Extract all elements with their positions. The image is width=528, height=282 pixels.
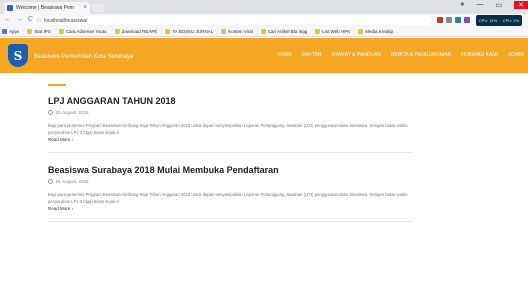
bookmark-label: Apps	[9, 29, 20, 34]
bookmark-label: List Web HPK	[322, 29, 351, 34]
nav-link[interactable]: HUBUNGI KAMI	[461, 52, 498, 58]
nav-link[interactable]: SYARAT & PANDUAN	[332, 52, 381, 58]
tab-title: Welcome | Beasiswa Pem	[16, 5, 74, 11]
bookmark-item[interactable]: Konten Viral	[221, 29, 253, 34]
profile-icon[interactable]: ●	[460, 1, 464, 9]
nav-link[interactable]: DAFTAR	[302, 52, 322, 58]
extension-icon[interactable]	[437, 17, 443, 23]
new-tab-button[interactable]	[92, 4, 104, 12]
clock-icon	[48, 179, 53, 184]
nav-link[interactable]: BERITA & PENGUMUMAN	[391, 52, 451, 58]
accent-divider	[48, 84, 66, 86]
post-item: Beasiswa Surabaya 2018 Mulai Membuka Pen…	[48, 165, 412, 222]
main-nav: HOME DAFTAR SYARAT & PANDUAN BERITA & PENGU…	[277, 52, 524, 58]
bookmark-label: Stat IPS	[34, 29, 51, 34]
folder-icon	[27, 29, 33, 34]
bookmark-item[interactable]: List Web HPK	[315, 29, 350, 34]
site-logo[interactable]: S	[8, 44, 28, 67]
read-more-link[interactable]: Read More ›	[48, 137, 412, 142]
folder-icon	[260, 29, 266, 34]
extension-icons	[437, 17, 470, 23]
bookmark-label: Cari Artikel Bla Ingg	[267, 29, 308, 34]
bookmark-item[interactable]: download REAPK	[114, 29, 158, 34]
bookmarks-bar: Apps Stat IPS Cara Adsense Youtu download R…	[0, 27, 528, 37]
folder-icon	[358, 29, 364, 34]
posts-list: LPJ ANGGARAN TAHUN 2018 01 August, 2018 …	[48, 84, 412, 234]
cpu-readout-2: CPU: 2%	[502, 18, 520, 23]
folder-icon	[165, 29, 171, 34]
site-header: S Beasiswa Pemerintah Kota Surabaya HOME…	[0, 38, 528, 73]
close-window-button[interactable]: ✕	[514, 1, 528, 9]
post-date-text: 01 August, 2018	[56, 110, 89, 115]
cpu-readout: CPU: 11%	[478, 18, 498, 23]
favicon-icon	[7, 5, 13, 11]
clock-icon	[48, 110, 53, 115]
url-input[interactable]: ⓘ localhost/beasiswa/	[32, 16, 432, 25]
url-text: localhost/beasiswa/	[44, 17, 88, 24]
bookmark-item[interactable]: Cara Adsense Youtu	[58, 29, 107, 34]
info-icon[interactable]: ⓘ	[36, 17, 41, 24]
post-title[interactable]: Beasiswa Surabaya 2018 Mulai Membuka Pen…	[48, 165, 412, 175]
bookmark-item[interactable]: TA BOSKU JURNAL	[165, 29, 213, 34]
post-excerpt: Bagi para penerima Program Beasiswa Gerb…	[48, 123, 408, 135]
tab-close-icon[interactable]: ×	[83, 5, 87, 11]
browser-tab-bar: Welcome | Beasiswa Pem × ● — ▭ ✕	[0, 0, 528, 14]
post-date: 01 August, 2018	[48, 179, 412, 184]
bookmark-item[interactable]: Stat IPS	[27, 29, 51, 34]
maximize-button[interactable]: ▭	[496, 1, 503, 9]
folder-icon	[58, 29, 64, 34]
post-title[interactable]: LPJ ANGGARAN TAHUN 2018	[48, 96, 412, 106]
forward-button[interactable]: →	[16, 16, 23, 23]
extension-icon[interactable]	[455, 17, 461, 23]
post-date-text: 01 August, 2018	[56, 179, 89, 184]
nav-buttons: ← → C	[4, 16, 33, 23]
nav-link[interactable]: ADMIN	[508, 52, 524, 58]
bookmark-label: TA BOSKU JURNAL	[172, 29, 214, 34]
post-date: 01 August, 2018	[48, 110, 412, 115]
read-more-link[interactable]: Read More ›	[48, 206, 412, 211]
bookmark-label: Konten Viral	[228, 29, 253, 34]
folder-icon	[315, 29, 321, 34]
browser-tab[interactable]: Welcome | Beasiswa Pem ×	[4, 2, 90, 14]
extension-icon[interactable]	[446, 17, 452, 23]
folder-icon	[221, 29, 227, 34]
post-item: LPJ ANGGARAN TAHUN 2018 01 August, 2018 …	[48, 96, 412, 153]
performance-widget: CPU: 11% CPU: 2%	[476, 15, 522, 26]
bookmark-label: Cara Adsense Youtu	[65, 29, 107, 34]
post-excerpt: Bagi para penerima Program Beasiswa Gerb…	[48, 192, 408, 204]
bookmark-item[interactable]: Media Kreatip	[358, 29, 393, 34]
extension-icon[interactable]	[464, 17, 470, 23]
site-title[interactable]: Beasiswa Pemerintah Kota Surabaya	[34, 54, 133, 60]
minimize-button[interactable]: —	[477, 1, 484, 9]
folder-icon	[114, 29, 120, 34]
bookmark-label: Media Kreatip	[365, 29, 393, 34]
address-bar-row: ← → C ⓘ localhost/beasiswa/ CPU: 11% CPU…	[0, 14, 528, 27]
apps-shortcut[interactable]: Apps	[2, 29, 19, 34]
window-controls: ● — ▭ ✕	[460, 1, 528, 9]
apps-grid-icon	[2, 29, 7, 34]
bookmark-item[interactable]: Cari Artikel Bla Ingg	[260, 29, 308, 34]
bookmark-label: download REAPK	[121, 29, 158, 34]
back-button[interactable]: ←	[4, 16, 11, 23]
nav-link[interactable]: HOME	[277, 52, 292, 58]
